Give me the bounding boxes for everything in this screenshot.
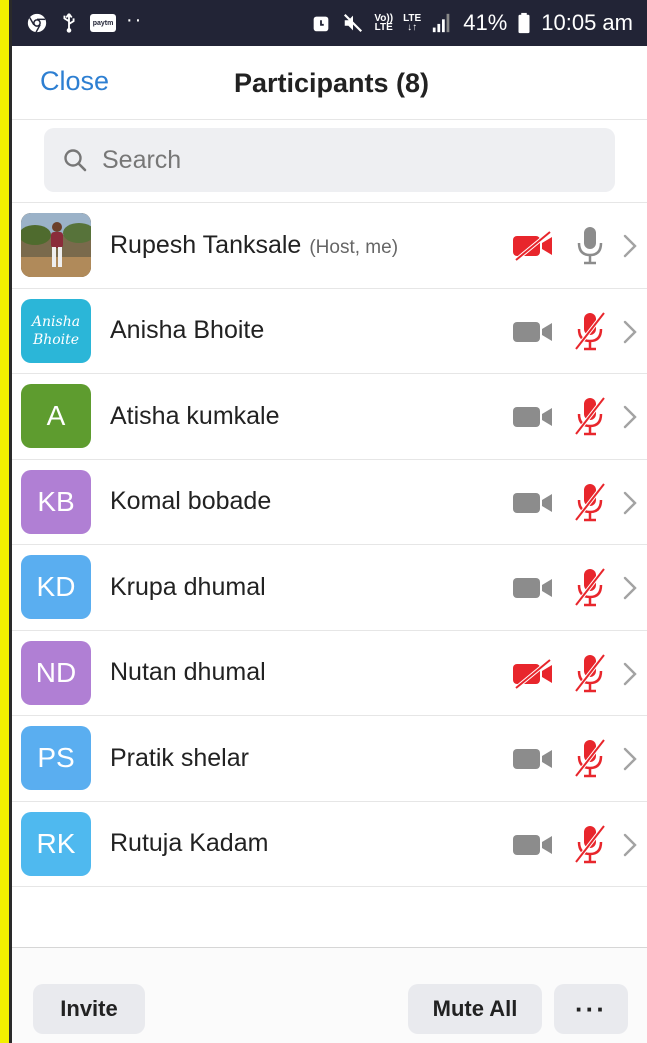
profile-photo — [21, 213, 91, 278]
mute-all-button[interactable]: Mute All — [408, 984, 542, 1034]
participant-name: Rupesh Tanksale — [110, 230, 302, 259]
participant-name-group: Rupesh Tanksale (Host, me) — [110, 231, 647, 260]
avatar-initials: KD — [36, 571, 76, 603]
lte-line2: ↓↑ — [407, 22, 418, 33]
battery-percentage: 41% — [463, 10, 508, 35]
participant-name: Atisha kumkale — [110, 401, 280, 430]
screen-edge-border — [9, 0, 12, 1043]
participant-name-group: Pratik shelar — [110, 744, 647, 773]
participant-row[interactable]: KD Krupa dhumal — [12, 545, 647, 631]
chevron-right-icon[interactable] — [622, 404, 638, 430]
participant-row[interactable]: RK Rutuja Kadam — [12, 802, 647, 887]
invite-button[interactable]: Invite — [33, 984, 145, 1034]
mic-off-icon — [572, 567, 608, 607]
chrome-icon — [26, 12, 48, 34]
participant-row[interactable]: A Atisha kumkale — [12, 374, 647, 460]
lte-indicator: LTE ↓↑ — [403, 14, 421, 33]
status-bar: paytm ·· Vo)) LTE LTE ↓↑ 41% 10:05 am — [12, 0, 647, 46]
video-icon — [512, 830, 554, 860]
participant-name: Rutuja Kadam — [110, 829, 269, 858]
participant-name: Anisha Bhoite — [110, 316, 265, 345]
participant-row[interactable]: KB Komal bobade — [12, 460, 647, 545]
volte-line2: LTE — [374, 22, 393, 33]
search-container — [12, 120, 647, 202]
chevron-right-icon[interactable] — [622, 233, 638, 259]
more-options-button[interactable]: ··· — [554, 984, 628, 1034]
mic-icon — [572, 225, 608, 265]
chevron-right-icon[interactable] — [622, 832, 638, 858]
mic-off-icon — [572, 738, 608, 778]
avatar-initials: KB — [37, 485, 75, 517]
screen-edge-marker — [0, 0, 9, 1043]
video-icon — [512, 488, 554, 518]
participants-screen: paytm ·· Vo)) LTE LTE ↓↑ 41% 10:05 am Clos… — [12, 0, 647, 1043]
participant-name-group: Nutan dhumal — [110, 658, 647, 687]
avatar-text: Anisha — [31, 313, 81, 330]
chevron-right-icon[interactable] — [622, 746, 638, 772]
avatar: RK — [21, 811, 91, 876]
mic-off-icon — [572, 311, 608, 351]
avatar — [21, 213, 91, 278]
volte-indicator: Vo)) LTE — [374, 14, 393, 33]
clock-time: 10:05 am — [541, 10, 633, 35]
participant-name: Krupa dhumal — [110, 572, 266, 601]
participant-name: Nutan dhumal — [110, 658, 266, 687]
avatar-initials: ND — [35, 656, 77, 688]
video-icon — [512, 573, 554, 603]
chevron-right-icon[interactable] — [622, 661, 638, 687]
participant-name-group: Krupa dhumal — [110, 573, 647, 602]
video-icon — [512, 317, 554, 347]
avatar-text: Bhoite — [32, 331, 80, 348]
avatar-initials: RK — [36, 827, 76, 859]
status-bar-right: Vo)) LTE LTE ↓↑ 41% 10:05 am — [310, 10, 633, 36]
mic-off-icon — [572, 396, 608, 436]
avatar-initials: A — [46, 400, 66, 432]
alarm-icon — [310, 12, 332, 34]
participant-role-tag: (Host, me) — [309, 236, 399, 258]
participants-header: Close Participants (8) — [12, 46, 647, 120]
mute-icon — [342, 12, 364, 34]
participant-name: Pratik shelar — [110, 743, 249, 772]
mic-off-icon — [572, 653, 608, 693]
chevron-right-icon[interactable] — [622, 490, 638, 516]
participant-row[interactable]: PS Pratik shelar — [12, 716, 647, 802]
participant-name-group: Komal bobade — [110, 487, 647, 516]
participant-name: Komal bobade — [110, 487, 272, 516]
avatar: KD — [21, 555, 91, 620]
video-icon — [512, 402, 554, 432]
avatar: PS — [21, 726, 91, 791]
participant-name-group: Rutuja Kadam — [110, 829, 647, 858]
more-notifications-icon: ·· — [126, 9, 144, 31]
video-icon — [512, 744, 554, 774]
mic-off-icon — [572, 824, 608, 864]
search-icon — [64, 149, 87, 172]
signal-icon — [431, 12, 453, 34]
video-off-icon — [512, 230, 554, 262]
participant-name-group: Anisha Bhoite — [110, 316, 647, 345]
participant-row[interactable]: Anisha Bhoite Anisha Bhoite — [12, 289, 647, 374]
participant-list: Rupesh Tanksale (Host, me) Anisha Bhoite Ani… — [12, 202, 647, 887]
avatar: KB — [21, 469, 91, 534]
paytm-icon: paytm — [90, 14, 116, 32]
participants-footer: Invite Mute All ··· — [12, 947, 647, 1043]
avatar: Anisha Bhoite — [21, 298, 91, 363]
page-title: Participants (8) — [233, 68, 430, 98]
participant-name-group: Atisha kumkale — [110, 402, 647, 431]
battery-icon — [517, 12, 531, 34]
chevron-right-icon[interactable] — [622, 319, 638, 345]
participant-row[interactable]: ND Nutan dhumal — [12, 631, 647, 716]
video-off-icon — [512, 657, 554, 690]
participant-row[interactable]: Rupesh Tanksale (Host, me) — [12, 203, 647, 289]
status-bar-left: paytm ·· — [26, 9, 144, 34]
avatar: A — [21, 384, 91, 449]
mic-off-icon — [572, 482, 608, 522]
search-input[interactable] — [102, 145, 615, 175]
usb-icon — [58, 12, 80, 34]
avatar-initials: PS — [37, 742, 75, 774]
avatar: ND — [21, 640, 91, 705]
chevron-right-icon[interactable] — [622, 575, 638, 601]
search-bar[interactable] — [44, 128, 615, 192]
